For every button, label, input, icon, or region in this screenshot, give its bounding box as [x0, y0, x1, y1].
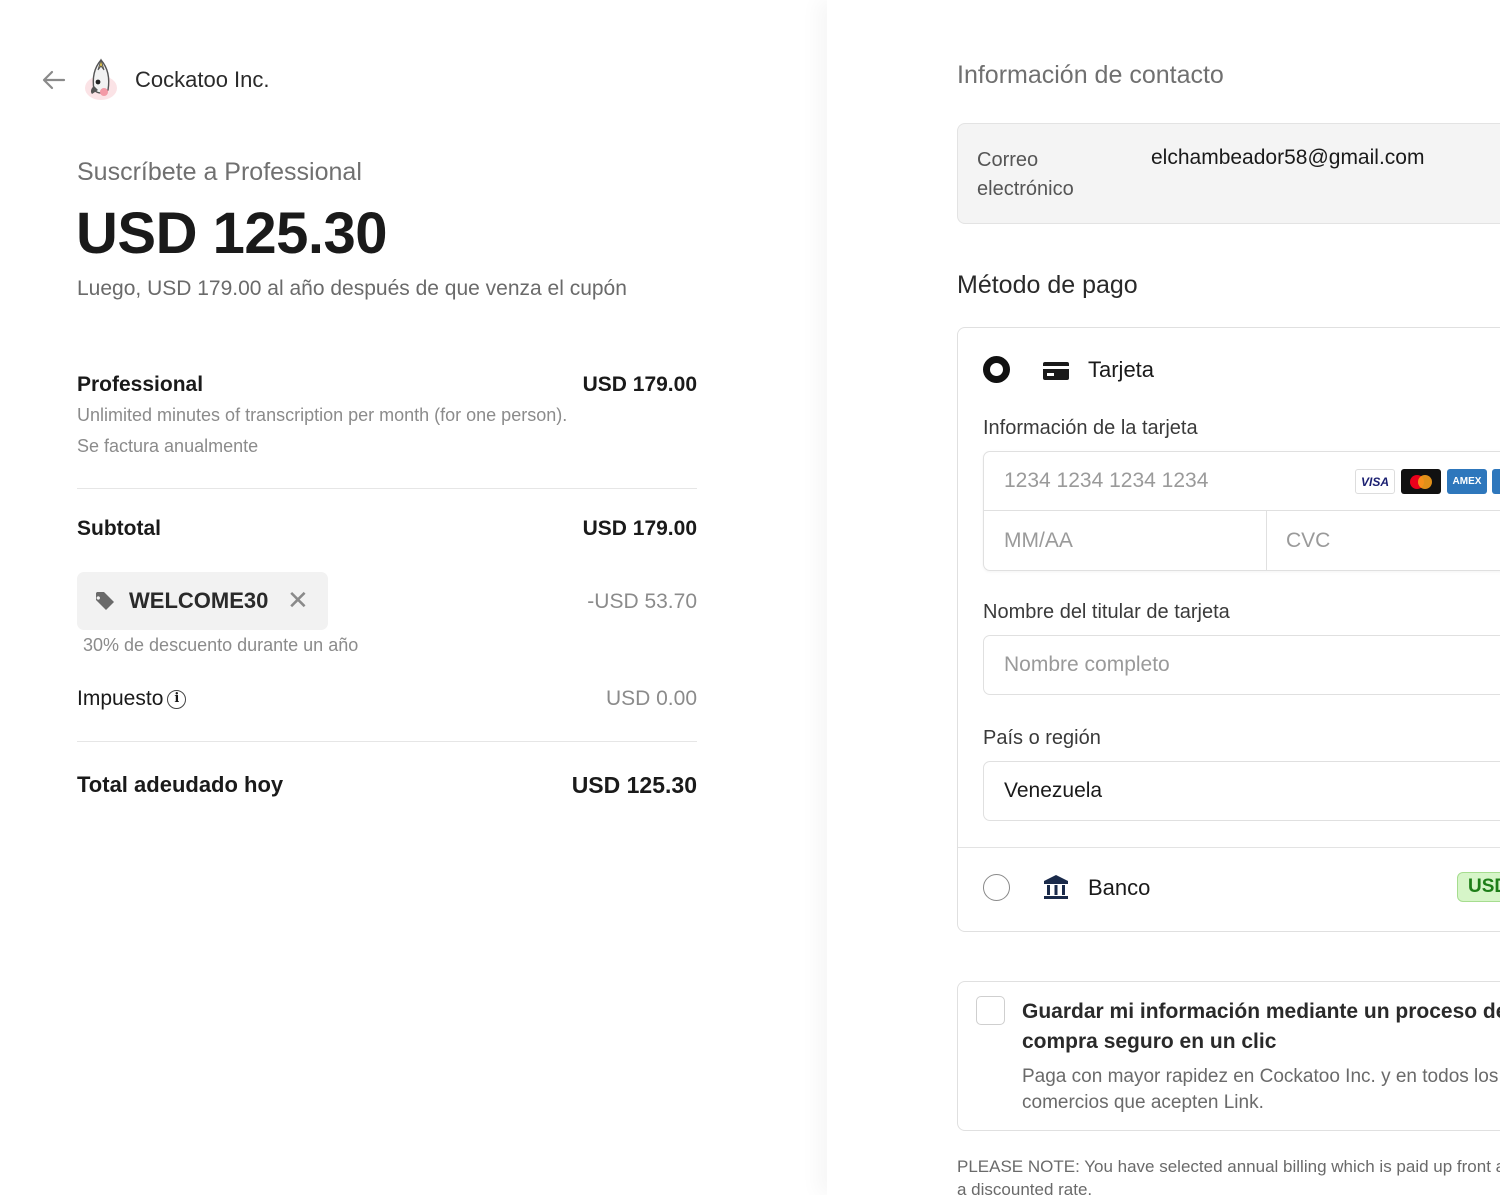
coupon-chip: WELCOME30 ✕: [77, 572, 328, 630]
card-option-label[interactable]: Tarjeta: [1088, 357, 1154, 383]
email-value[interactable]: elchambeador58@gmail.com: [1151, 146, 1424, 170]
subtotal-row: Subtotal USD 179.00: [77, 517, 697, 541]
coupon-code: WELCOME30: [129, 588, 269, 613]
back-arrow-icon[interactable]: [40, 66, 68, 94]
card-info-label: Información de la tarjeta: [983, 417, 1198, 439]
save-info-description: Paga con mayor rapidez en Cockatoo Inc. …: [1022, 1066, 1499, 1113]
email-label: Correo electrónico: [977, 149, 1074, 200]
tax-row: Impuesto i USD 0.00: [77, 687, 697, 711]
remove-coupon-close-icon[interactable]: ✕: [287, 585, 309, 616]
order-summary-panel: Cockatoo Inc. Suscríbete a Professional …: [0, 0, 827, 1195]
bank-currency-badge: USD: [1457, 872, 1500, 902]
country-label: País o región: [983, 727, 1101, 749]
annual-billing-note: PLEASE NOTE: You have selected annual bi…: [957, 1157, 1500, 1195]
holder-label: Nombre del titular de tarjeta: [983, 601, 1230, 623]
country-select[interactable]: Venezuela: [983, 761, 1500, 821]
save-info-title[interactable]: Guardar mi información mediante un proce…: [1022, 997, 1500, 1057]
payment-panel: Información de contacto Correo electróni…: [827, 0, 1500, 1195]
merchant-name: Cockatoo Inc.: [135, 67, 270, 92]
contact-heading: Información de contacto: [957, 61, 1224, 89]
divider: [958, 847, 1500, 848]
payment-heading: Método de pago: [957, 271, 1138, 299]
total-value: USD 125.30: [571, 772, 697, 798]
coupon-description: 30% de descuento durante un año: [83, 635, 359, 655]
line-item-description: Unlimited minutes of transcription per m…: [77, 405, 568, 425]
subscribe-title: Suscríbete a Professional: [77, 158, 362, 186]
total-row: Total adeudado hoy USD 125.30: [77, 772, 697, 798]
tax-label: Impuesto i: [77, 687, 697, 711]
payment-method-box: Tarjeta Información de la tarjeta 1234 1…: [957, 327, 1500, 932]
tax-label-text: Impuesto: [77, 687, 164, 710]
expiry-input[interactable]: MM/AA: [984, 511, 1267, 571]
cockatoo-logo: [80, 56, 122, 104]
card-radio[interactable]: [983, 356, 1010, 383]
divider: [77, 488, 697, 489]
divider: [77, 741, 697, 742]
after-coupon-note: Luego, USD 179.00 al año después de que …: [77, 277, 627, 300]
bank-radio[interactable]: [983, 874, 1010, 901]
line-item-price: USD 179.00: [582, 373, 697, 396]
info-icon[interactable]: i: [167, 689, 187, 709]
card-icon: [1042, 361, 1070, 386]
holder-name-input[interactable]: Nombre completo: [983, 635, 1500, 695]
visa-icon: VISA: [1355, 469, 1395, 494]
mastercard-icon: [1401, 469, 1441, 494]
save-info-checkbox[interactable]: [976, 996, 1005, 1025]
contact-box: Correo electrónico elchambeador58@gmail.…: [957, 123, 1500, 224]
subtotal-value: USD 179.00: [582, 517, 697, 540]
tag-icon: [94, 590, 116, 612]
total-price-headline: USD 125.30: [76, 201, 387, 266]
amex-icon: AMEX: [1447, 469, 1487, 494]
card-input-group: 1234 1234 1234 1234 VISA AMEX MM/AA CVC: [983, 451, 1500, 571]
save-info-box: Guardar mi información mediante un proce…: [957, 981, 1500, 1131]
discover-icon: [1492, 469, 1500, 494]
cvc-input[interactable]: CVC: [1267, 511, 1500, 571]
bank-option-label[interactable]: Banco: [1088, 875, 1150, 901]
line-item-billing: Se factura anualmente: [77, 436, 259, 456]
tax-value: USD 0.00: [605, 687, 697, 710]
bank-icon: [1042, 873, 1070, 906]
line-item: Professional USD 179.00: [77, 373, 697, 397]
coupon-discount-value: -USD 53.70: [587, 590, 697, 613]
